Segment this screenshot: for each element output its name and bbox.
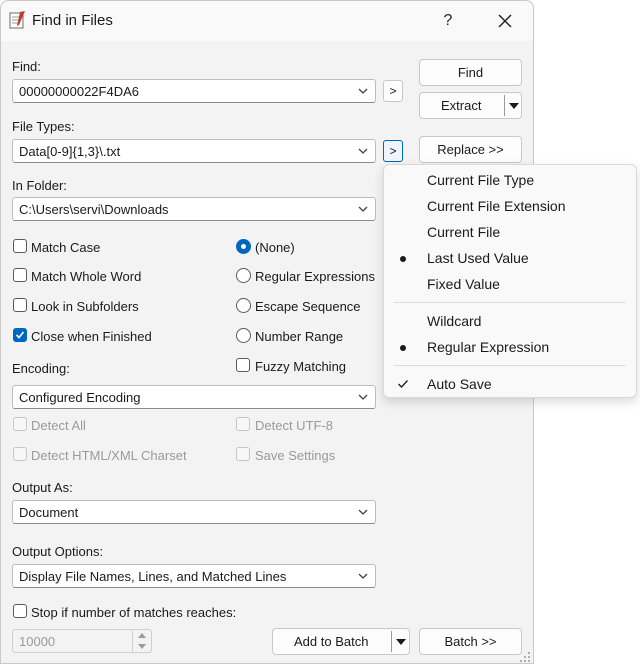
match-case-label: Match Case (31, 240, 101, 255)
spin-up-icon[interactable] (137, 632, 147, 639)
split-divider (391, 631, 392, 652)
chevron-down-icon (358, 573, 368, 579)
chevron-down-icon (358, 394, 368, 400)
output-options-combobox[interactable]: Display File Names, Lines, and Matched L… (12, 564, 376, 588)
match-case-checkbox[interactable] (13, 239, 27, 253)
find-button[interactable]: Find (419, 59, 522, 86)
save-settings-label: Save Settings (255, 448, 336, 463)
add-to-batch-label: Add to Batch (294, 634, 369, 649)
escape-sequence-radio[interactable] (236, 298, 251, 313)
extract-button[interactable]: Extract (419, 92, 522, 119)
menu-separator (394, 365, 626, 366)
extract-label: Extract (441, 98, 482, 113)
detect-utf8-checkbox[interactable] (236, 417, 250, 431)
encoding-combobox[interactable]: Configured Encoding (12, 385, 376, 409)
detect-charset-checkbox[interactable] (13, 447, 27, 461)
detect-all-checkbox[interactable] (13, 417, 27, 431)
menu-item-wildcard[interactable]: Wildcard (427, 313, 481, 329)
checkmark-icon (15, 331, 25, 339)
spin-down-icon[interactable] (137, 643, 147, 650)
look-in-subfolders-label: Look in Subfolders (31, 299, 139, 314)
bullet-icon (400, 345, 406, 351)
encoding-label: Encoding: (12, 361, 70, 376)
detect-utf8-label: Detect UTF-8 (255, 418, 334, 433)
close-when-finished-checkbox[interactable] (13, 328, 27, 342)
output-options-value: Display File Names, Lines, and Matched L… (19, 569, 287, 584)
match-limit-spinner[interactable]: 10000 (12, 629, 152, 653)
number-range-label: Number Range (255, 329, 344, 344)
spinner-arrows[interactable] (132, 630, 151, 652)
fuzzy-matching-label: Fuzzy Matching (255, 359, 347, 374)
fuzzy-matching-checkbox[interactable] (236, 358, 250, 372)
menu-item-last-used-value[interactable]: Last Used Value (427, 250, 529, 266)
output-options-label: Output Options: (12, 544, 104, 559)
escape-sequence-label: Escape Sequence (255, 299, 361, 314)
detect-charset-label: Detect HTML/XML Charset (31, 448, 187, 463)
chevron-down-icon (358, 148, 368, 154)
number-range-radio[interactable] (236, 328, 251, 343)
menu-item-fixed-value[interactable]: Fixed Value (427, 276, 500, 292)
notepad-app-icon (9, 11, 25, 29)
output-as-label: Output As: (12, 480, 73, 495)
close-when-finished-label: Close when Finished (31, 329, 152, 344)
file-types-combobox[interactable]: Data[0-9]{1,3}\.txt (12, 139, 376, 163)
menu-item-current-file-type[interactable]: Current File Type (427, 172, 534, 188)
chevron-down-icon (358, 509, 368, 515)
folder-value: C:\Users\servi\Downloads (19, 202, 169, 217)
folder-combobox[interactable]: C:\Users\servi\Downloads (12, 197, 376, 221)
file-types-popup-menu: Current File Type Current File Extension… (383, 164, 637, 398)
folder-label: In Folder: (12, 178, 67, 193)
resize-grip-icon[interactable] (519, 651, 531, 663)
menu-item-current-file-extension[interactable]: Current File Extension (427, 198, 566, 214)
look-in-subfolders-checkbox[interactable] (13, 298, 27, 312)
title-bar: Find in Files ? (1, 1, 533, 41)
find-value: 00000000022F4DA6 (19, 84, 139, 99)
none-radio-label: (None) (255, 240, 295, 255)
file-types-special-button[interactable]: > (383, 140, 403, 162)
chevron-down-icon (358, 206, 368, 212)
replace-button[interactable]: Replace >> (419, 136, 522, 163)
stop-if-checkbox[interactable] (13, 604, 27, 618)
regular-expressions-radio[interactable] (236, 268, 251, 283)
help-button[interactable]: ? (433, 7, 463, 35)
regular-expressions-label: Regular Expressions (255, 269, 375, 284)
checkmark-icon (398, 380, 408, 388)
menu-item-regular-expression[interactable]: Regular Expression (427, 339, 549, 355)
match-whole-word-label: Match Whole Word (31, 269, 142, 284)
chevron-down-icon (358, 88, 368, 94)
save-settings-checkbox[interactable] (236, 447, 250, 461)
batch-button[interactable]: Batch >> (419, 628, 522, 655)
file-types-value: Data[0-9]{1,3}\.txt (19, 144, 121, 159)
split-divider (504, 95, 505, 116)
output-as-value: Document (19, 505, 79, 520)
dropdown-arrow-icon[interactable] (508, 102, 520, 110)
match-whole-word-checkbox[interactable] (13, 268, 27, 282)
match-limit-value: 10000 (19, 634, 56, 649)
menu-item-auto-save[interactable]: Auto Save (427, 376, 492, 392)
dropdown-arrow-icon[interactable] (395, 638, 407, 646)
find-label: Find: (12, 59, 41, 74)
file-types-label: File Types: (12, 119, 75, 134)
add-to-batch-button[interactable]: Add to Batch (272, 628, 410, 655)
stop-if-label: Stop if number of matches reaches: (31, 605, 237, 620)
output-as-combobox[interactable]: Document (12, 500, 376, 524)
window-title: Find in Files (32, 12, 113, 29)
menu-separator (394, 302, 626, 303)
find-combobox[interactable]: 00000000022F4DA6 (12, 79, 376, 103)
menu-item-current-file[interactable]: Current File (427, 224, 500, 240)
bullet-icon (400, 256, 406, 262)
none-radio[interactable] (236, 239, 251, 254)
detect-all-label: Detect All (31, 418, 86, 433)
close-icon[interactable] (489, 7, 521, 35)
find-special-button[interactable]: > (383, 80, 403, 102)
encoding-value: Configured Encoding (19, 390, 141, 405)
